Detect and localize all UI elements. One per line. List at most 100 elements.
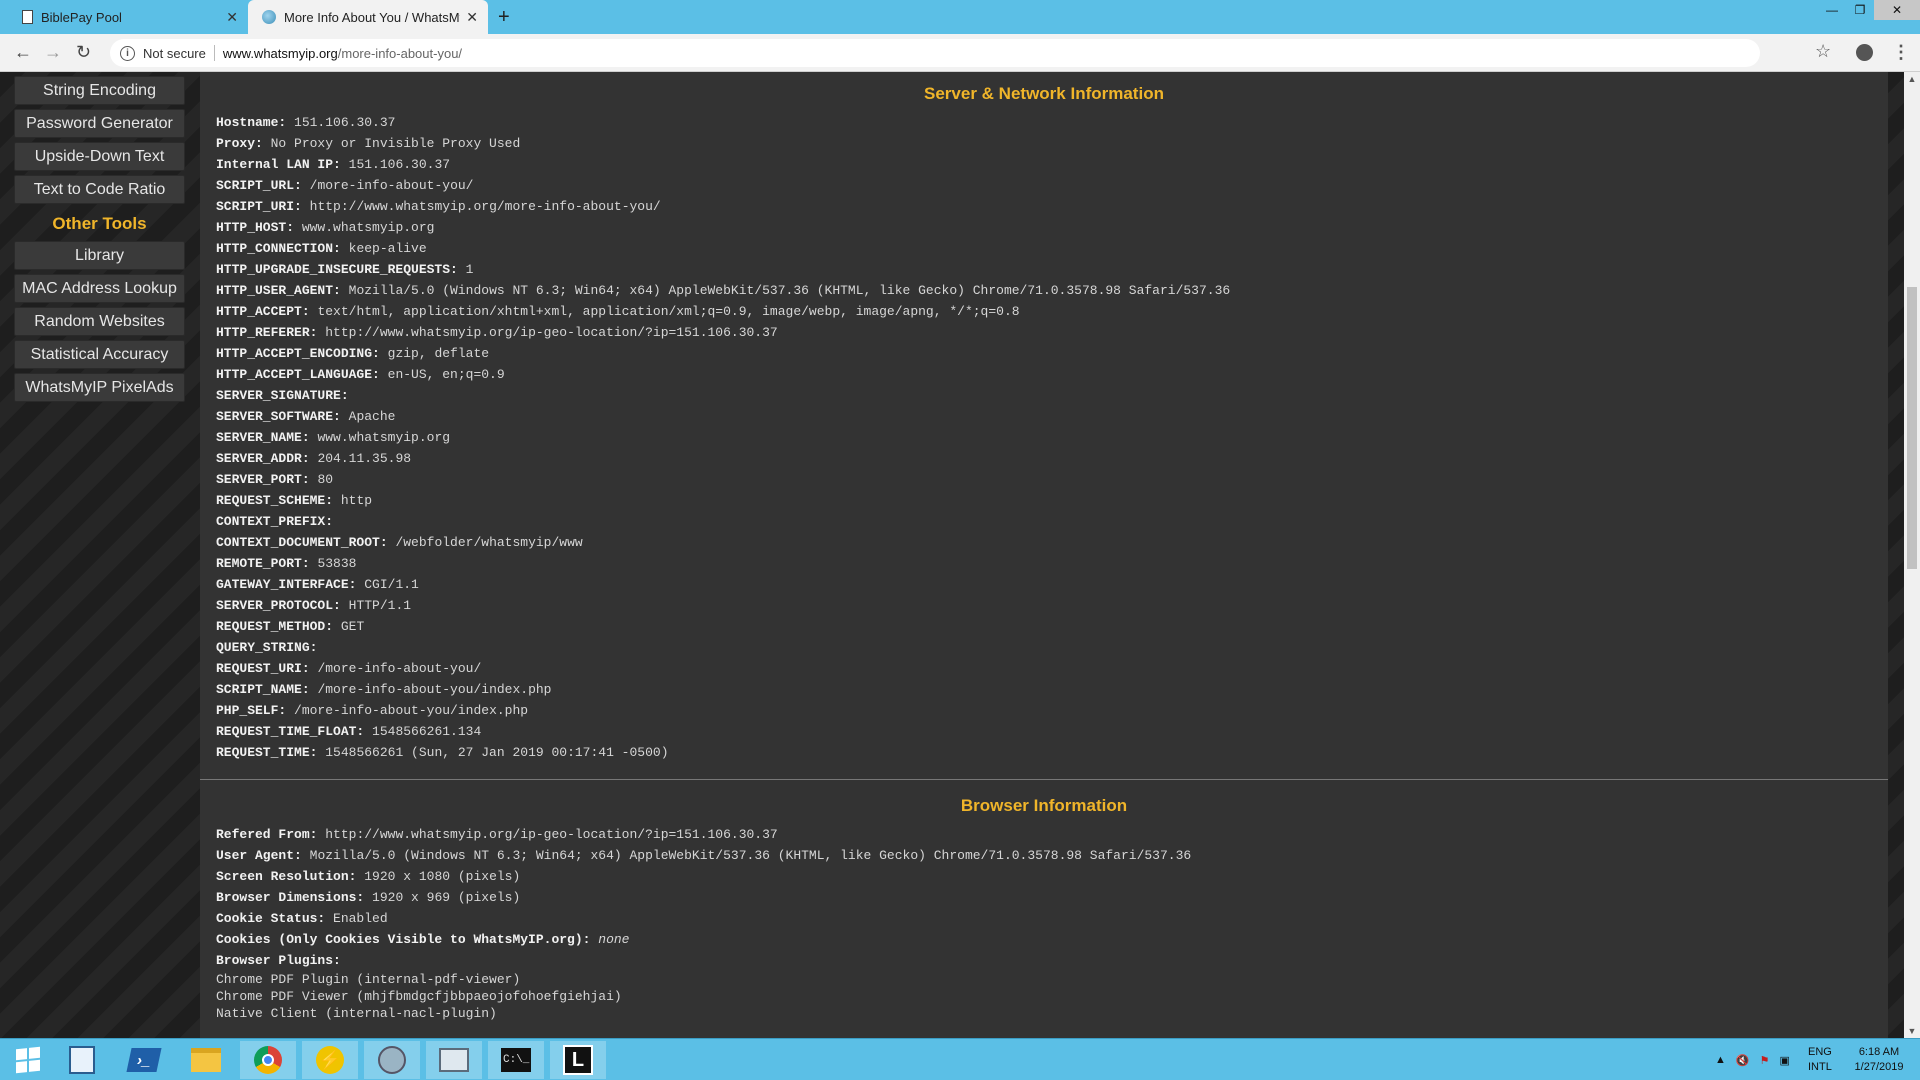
plugin-item: Chrome PDF Viewer (mhjfbmdgcfjbbpaeojofo…: [216, 989, 622, 1004]
address-bar[interactable]: i Not secure www.whatsmyip.org/more-info…: [110, 39, 1760, 67]
info-key: SERVER_SIGNATURE:: [216, 388, 349, 403]
sidebar-item-password-generator[interactable]: Password Generator: [14, 109, 185, 138]
sidebar-item-library[interactable]: Library: [14, 241, 185, 270]
info-key: SCRIPT_URL:: [216, 178, 302, 193]
info-row: REQUEST_SCHEME: http: [216, 490, 1888, 511]
info-key: HTTP_ACCEPT_ENCODING:: [216, 346, 380, 361]
network-icon[interactable]: ▣: [1779, 1054, 1789, 1067]
sidebar-item-mac-address-lookup[interactable]: MAC Address Lookup: [14, 274, 185, 303]
taskbar-file-explorer[interactable]: [178, 1041, 234, 1079]
sidebar-item-upside-down-text[interactable]: Upside-Down Text: [14, 142, 185, 171]
browser-info-list: Refered From: http://www.whatsmyip.org/i…: [200, 824, 1888, 1022]
info-value: http://www.whatsmyip.org/more-info-about…: [309, 199, 661, 214]
info-icon[interactable]: i: [120, 45, 135, 61]
info-value: none: [598, 932, 630, 947]
info-row: SERVER_NAME: www.whatsmyip.org: [216, 427, 1888, 448]
sidebar-item-text-to-code-ratio[interactable]: Text to Code Ratio: [14, 175, 185, 204]
info-value: HTTP/1.1: [348, 598, 412, 613]
minimize-icon[interactable]: —: [1818, 0, 1846, 20]
info-key: CONTEXT_DOCUMENT_ROOT:: [216, 535, 388, 550]
tab-more-info[interactable]: More Info About You / WhatsMy ✕: [248, 0, 488, 34]
close-icon[interactable]: ✕: [226, 9, 238, 26]
scroll-thumb[interactable]: [1907, 287, 1917, 569]
info-row: REMOTE_PORT: 53838: [216, 553, 1888, 574]
info-key: SERVER_PORT:: [216, 472, 310, 487]
document-icon: [22, 10, 33, 24]
forward-icon[interactable]: →: [44, 42, 62, 63]
info-row: Browser Dimensions: 1920 x 969 (pixels): [216, 887, 1888, 908]
taskbar-powershell[interactable]: ›_: [116, 1041, 172, 1079]
taskbar-chart-app[interactable]: [426, 1041, 482, 1079]
restore-icon[interactable]: ❐: [1846, 0, 1874, 20]
info-value: CGI/1.1: [364, 577, 419, 592]
taskbar-cmd[interactable]: C:\_: [488, 1041, 544, 1079]
flag-alert-icon[interactable]: ⚑: [1760, 1054, 1770, 1067]
info-value: http://www.whatsmyip.org/ip-geo-location…: [325, 325, 778, 340]
scroll-down-icon[interactable]: ▼: [1904, 1026, 1920, 1036]
info-row: HTTP_ACCEPT_ENCODING: gzip, deflate: [216, 343, 1888, 364]
info-value: /more-info-about-you/index.php: [317, 682, 552, 697]
other-tools-heading: Other Tools: [52, 214, 147, 233]
back-icon[interactable]: ←: [14, 42, 32, 63]
taskbar-bolt-app[interactable]: ⚡: [302, 1041, 358, 1079]
taskbar-server-manager[interactable]: [54, 1041, 110, 1079]
powershell-icon: ›_: [126, 1048, 162, 1072]
info-row: HTTP_USER_AGENT: Mozilla/5.0 (Windows NT…: [216, 280, 1888, 301]
sidebar-item-statistical-accuracy[interactable]: Statistical Accuracy: [14, 340, 185, 369]
info-value: 1548566261.134: [372, 724, 482, 739]
show-hidden-icons-icon[interactable]: ▲: [1715, 1054, 1726, 1066]
profile-icon[interactable]: [1856, 44, 1873, 61]
info-key: HTTP_REFERER:: [216, 325, 318, 340]
info-row: HTTP_HOST: www.whatsmyip.org: [216, 217, 1888, 238]
info-key: SERVER_ADDR:: [216, 451, 310, 466]
info-row: HTTP_CONNECTION: keep-alive: [216, 238, 1888, 259]
volume-muted-icon[interactable]: 🔇: [1736, 1054, 1750, 1067]
info-row: Hostname: 151.106.30.37: [216, 112, 1888, 133]
url-host: www.whatsmyip.org: [222, 45, 338, 61]
folder-icon: [191, 1048, 221, 1072]
info-key: SCRIPT_NAME:: [216, 682, 310, 697]
info-value: 1: [465, 262, 474, 277]
info-value: /webfolder/whatsmyip/www: [395, 535, 583, 550]
info-key: REQUEST_SCHEME:: [216, 493, 334, 508]
taskbar-globe-app[interactable]: [364, 1041, 420, 1079]
bookmark-star-icon[interactable]: ☆: [1815, 41, 1831, 62]
server-info-list: Hostname: 151.106.30.37 Proxy: No Proxy o…: [200, 112, 1888, 763]
scroll-up-icon[interactable]: ▲: [1904, 74, 1920, 84]
start-button[interactable]: [0, 1041, 56, 1079]
server-manager-icon: [69, 1046, 95, 1074]
info-row: Internal LAN IP: 151.106.30.37: [216, 154, 1888, 175]
window-close-icon[interactable]: ✕: [1874, 0, 1920, 20]
info-row: SERVER_PORT: 80: [216, 469, 1888, 490]
divider: [213, 45, 215, 61]
info-key: Proxy:: [216, 136, 263, 151]
clock[interactable]: 6:18 AM 1/27/2019: [1848, 1039, 1910, 1080]
info-row: HTTP_REFERER: http://www.whatsmyip.org/i…: [216, 322, 1888, 343]
info-row: REQUEST_URI: /more-info-about-you/: [216, 658, 1888, 679]
sidebar-item-random-websites[interactable]: Random Websites: [14, 307, 185, 336]
page-scrollbar[interactable]: ▲ ▼: [1904, 72, 1920, 1038]
info-row: SERVER_ADDR: 204.11.35.98: [216, 448, 1888, 469]
reload-icon[interactable]: ↻: [76, 42, 91, 63]
browser-info-section: Browser Information Refered From: http:/…: [200, 780, 1888, 1022]
menu-dots-icon[interactable]: ⋮: [1892, 42, 1910, 63]
taskbar-chrome[interactable]: [240, 1041, 296, 1079]
info-value: 80: [317, 472, 334, 487]
language-indicator[interactable]: ENG INTL: [1808, 1039, 1832, 1080]
info-value: http: [340, 493, 373, 508]
command-prompt-icon: C:\_: [501, 1048, 531, 1072]
taskbar-l-app[interactable]: L: [550, 1041, 606, 1079]
close-icon[interactable]: ✕: [466, 9, 478, 26]
info-key: HTTP_ACCEPT_LANGUAGE:: [216, 367, 380, 382]
tab-biblepay-pool[interactable]: BiblePay Pool ✕: [8, 0, 248, 34]
info-row: SERVER_SOFTWARE: Apache: [216, 406, 1888, 427]
info-key: HTTP_HOST:: [216, 220, 295, 235]
sidebar-item-string-encoding[interactable]: String Encoding: [14, 76, 185, 105]
info-key: CONTEXT_PREFIX:: [216, 514, 334, 529]
window-controls: — ❐ ✕: [1818, 0, 1920, 20]
info-key: Cookie Status:: [216, 911, 326, 926]
info-row: PHP_SELF: /more-info-about-you/index.php: [216, 700, 1888, 721]
info-key: REQUEST_URI:: [216, 661, 310, 676]
sidebar-item-pixelads[interactable]: WhatsMyIP PixelAds: [14, 373, 185, 402]
new-tab-button[interactable]: +: [498, 6, 510, 29]
